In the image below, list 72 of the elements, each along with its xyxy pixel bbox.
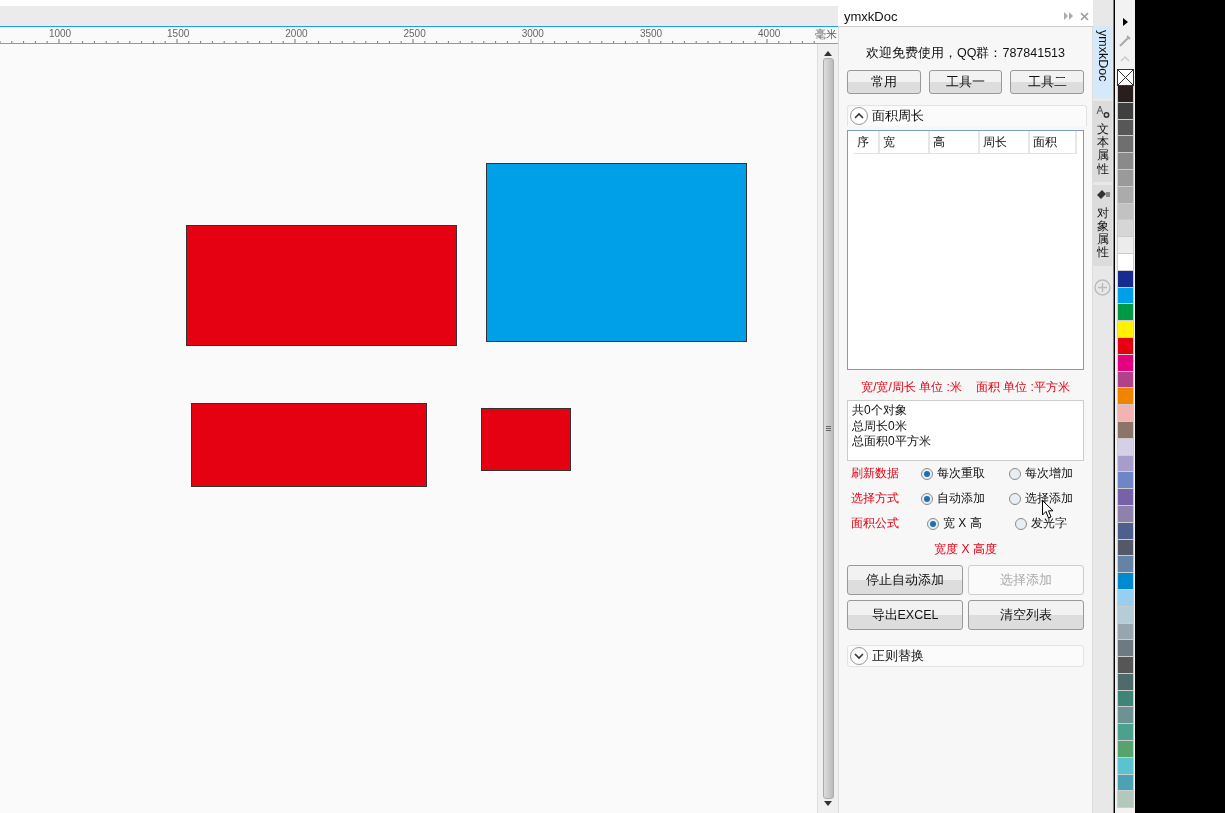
section-title[interactable]: 面积周长 bbox=[872, 107, 924, 125]
summary-line: 总周长0米 bbox=[852, 418, 907, 434]
panel-title: ymxkDoc bbox=[844, 8, 898, 24]
option-label: 刷新数据 bbox=[851, 465, 900, 482]
column-header[interactable]: 周长 bbox=[979, 131, 1030, 153]
color-swatch[interactable] bbox=[1116, 136, 1134, 154]
color-swatch[interactable] bbox=[1116, 573, 1134, 590]
radio-option[interactable]: 每次增加 bbox=[1009, 465, 1089, 482]
radio-option[interactable]: 每次重取 bbox=[921, 465, 1009, 482]
unit-note: 宽/宽/周长 单位 :米 bbox=[861, 379, 962, 396]
column-header[interactable]: 面积 bbox=[1029, 131, 1077, 153]
collapse-section-icon[interactable] bbox=[849, 106, 869, 126]
text-settings-icon bbox=[1095, 105, 1110, 119]
scrollbar-thumb[interactable] bbox=[822, 58, 834, 799]
color-swatch[interactable] bbox=[1116, 388, 1134, 406]
color-swatch[interactable] bbox=[1116, 405, 1134, 422]
color-swatch[interactable] bbox=[1116, 657, 1134, 674]
color-swatch[interactable] bbox=[1116, 489, 1134, 506]
ruler-label: 2500 bbox=[403, 28, 426, 39]
arrow-right-icon[interactable] bbox=[1122, 18, 1128, 26]
color-swatch[interactable] bbox=[1116, 556, 1134, 574]
color-swatch[interactable] bbox=[1116, 707, 1134, 725]
color-swatch[interactable] bbox=[1116, 304, 1134, 322]
color-swatch[interactable] bbox=[1116, 791, 1134, 809]
tab-button[interactable]: 工具二 bbox=[1010, 70, 1084, 94]
no-color-swatch[interactable] bbox=[1116, 69, 1134, 86]
color-swatch[interactable] bbox=[1116, 220, 1134, 238]
option-label: 选择方式 bbox=[851, 490, 900, 507]
color-swatch[interactable] bbox=[1116, 86, 1134, 103]
ruler-label: 1000 bbox=[48, 28, 72, 39]
ruler-label: 3500 bbox=[639, 28, 663, 39]
column-header[interactable]: 高 bbox=[929, 131, 980, 153]
color-swatch[interactable] bbox=[1116, 724, 1134, 742]
side-tab[interactable]: 文本属性 bbox=[1093, 101, 1112, 182]
scroll-down-icon[interactable] bbox=[824, 801, 832, 807]
side-tab[interactable]: ymxkDoc bbox=[1093, 26, 1112, 98]
ruler-unit: 毫米 bbox=[815, 28, 837, 42]
eyedropper-icon[interactable] bbox=[1119, 35, 1131, 47]
summary-line: 总面积0平方米 bbox=[852, 434, 931, 450]
radio-option[interactable]: 选择添加 bbox=[1009, 490, 1089, 507]
option-label: 面积公式 bbox=[851, 515, 900, 532]
close-icon[interactable] bbox=[1080, 11, 1089, 21]
color-swatch[interactable] bbox=[1116, 741, 1134, 758]
column-header[interactable]: 序 bbox=[854, 131, 880, 153]
scroll-up-icon[interactable] bbox=[824, 50, 832, 56]
radio-option[interactable]: 宽 X 高 bbox=[927, 515, 1009, 532]
action-button[interactable]: 导出EXCEL bbox=[847, 600, 963, 630]
collapse-icon[interactable] bbox=[1064, 12, 1074, 20]
welcome-text: 欢迎免费使用，QQ群：787841513 bbox=[866, 45, 1065, 62]
ruler-label: 4000 bbox=[758, 28, 781, 39]
color-swatch[interactable] bbox=[1116, 472, 1134, 490]
ruler-label: 1500 bbox=[167, 28, 190, 39]
tab-button[interactable]: 常用 bbox=[847, 70, 921, 94]
ruler-label: 2000 bbox=[285, 28, 308, 39]
section-title[interactable]: 正则替换 bbox=[872, 647, 924, 665]
tab-button[interactable]: 工具一 bbox=[928, 70, 1003, 94]
ruler-label: 3000 bbox=[521, 28, 544, 39]
summary-line: 共0个对象 bbox=[852, 403, 907, 419]
column-header[interactable]: 宽 bbox=[879, 131, 930, 153]
expand-section-icon[interactable] bbox=[849, 646, 869, 666]
radio-option[interactable]: 自动添加 bbox=[921, 490, 1009, 507]
action-button[interactable]: 停止自动添加 bbox=[847, 565, 963, 595]
side-tab[interactable]: 对象属性 bbox=[1093, 184, 1112, 266]
color-swatch[interactable] bbox=[1116, 640, 1134, 658]
color-swatch[interactable] bbox=[1116, 153, 1134, 170]
formula-text: 宽度 X 高度 bbox=[934, 541, 997, 558]
grip-icon bbox=[825, 426, 831, 431]
unit-note: 面积 单位 :平方米 bbox=[975, 379, 1070, 396]
radio-option[interactable]: 发光字 bbox=[1015, 515, 1089, 532]
color-swatch[interactable] bbox=[1116, 237, 1134, 254]
action-button[interactable]: 清空列表 bbox=[968, 600, 1084, 630]
color-swatch[interactable] bbox=[1116, 321, 1134, 338]
